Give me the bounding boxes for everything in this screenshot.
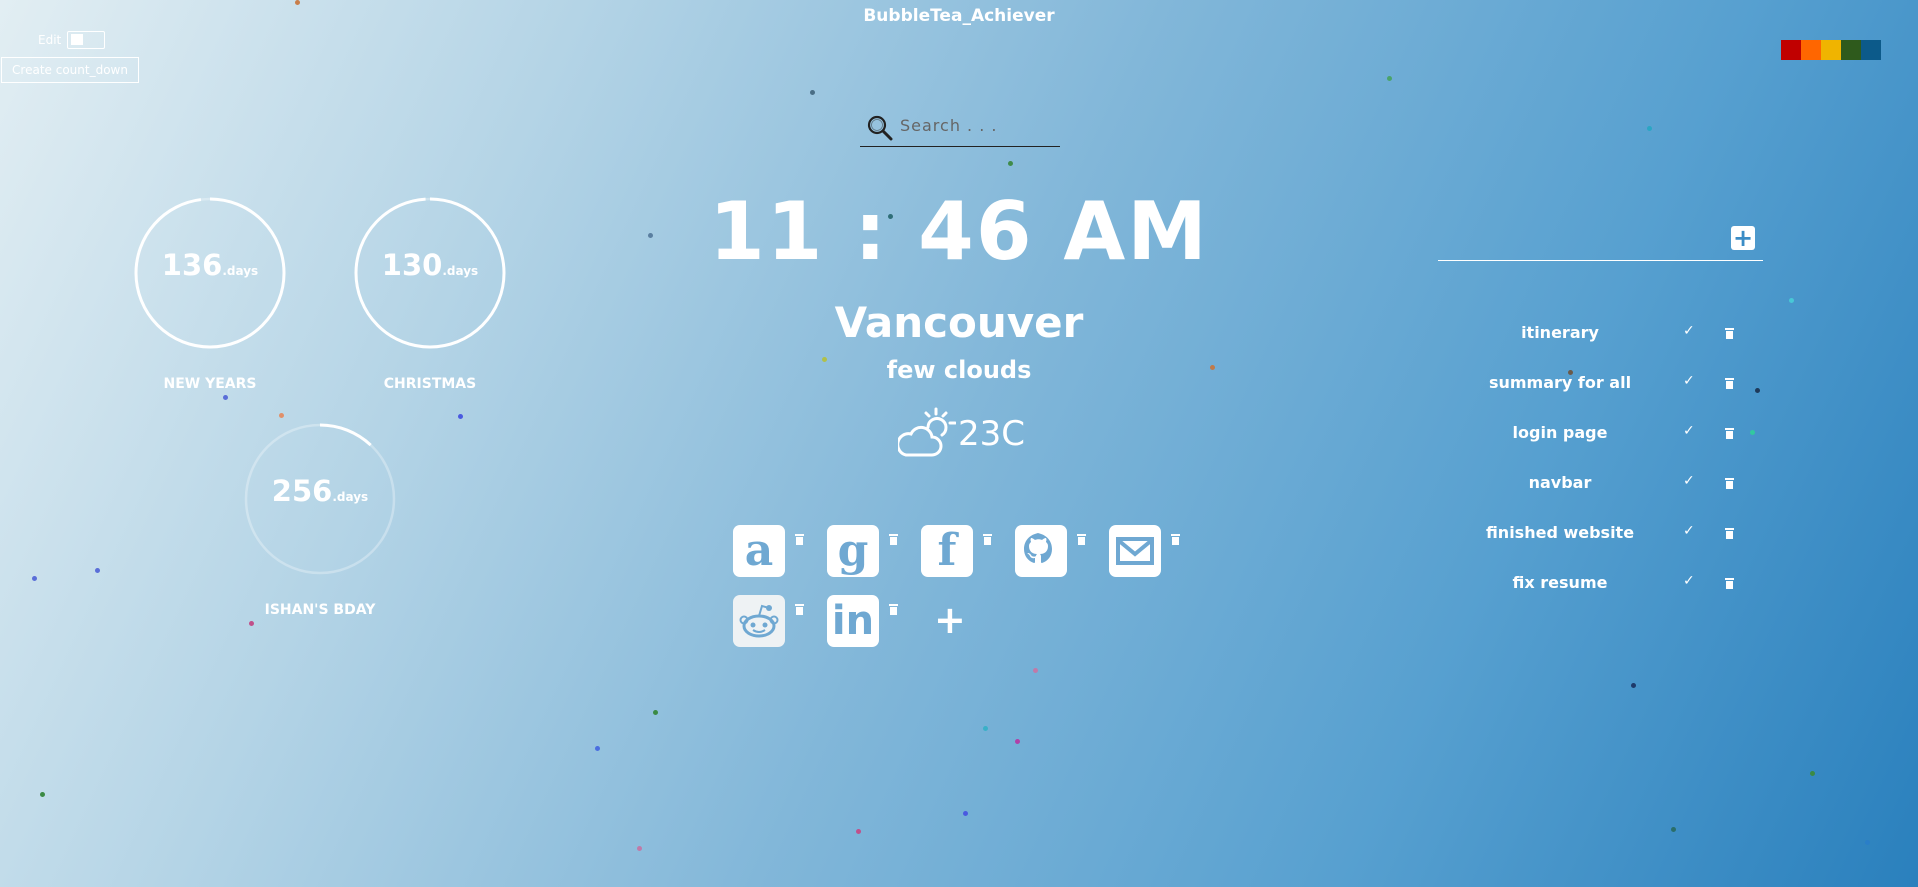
todo-item: navbar ✓ bbox=[1460, 470, 1734, 496]
countdown-value-wrap: 256.days bbox=[243, 474, 397, 508]
edit-toggle[interactable] bbox=[67, 31, 106, 49]
todo-text: finished website bbox=[1485, 523, 1635, 542]
todo-text: summary for all bbox=[1488, 373, 1632, 392]
link-github[interactable] bbox=[1015, 525, 1067, 577]
check-icon[interactable]: ✓ bbox=[1683, 323, 1695, 339]
trash-icon[interactable] bbox=[983, 534, 992, 545]
countdown-unit: .days bbox=[222, 264, 259, 278]
theme-swatch[interactable] bbox=[1861, 40, 1881, 60]
link-linkedin[interactable]: in bbox=[827, 595, 879, 647]
trash-icon[interactable] bbox=[1171, 534, 1180, 545]
countdown-value: 130 bbox=[381, 248, 443, 282]
link-amazon[interactable]: a bbox=[733, 525, 785, 577]
theme-swatch[interactable] bbox=[1801, 40, 1821, 60]
edit-control: Edit bbox=[38, 31, 106, 49]
countdown-unit: .days bbox=[442, 264, 479, 278]
temperature: 23C bbox=[958, 414, 1026, 454]
todo-text: fix resume bbox=[1512, 573, 1608, 592]
todo-item: itinerary ✓ bbox=[1460, 320, 1734, 346]
link-google[interactable]: g bbox=[827, 525, 879, 577]
todo-item: login page ✓ bbox=[1460, 420, 1734, 446]
trash-icon[interactable] bbox=[1077, 534, 1086, 545]
link-mail[interactable] bbox=[1109, 525, 1161, 577]
trash-icon[interactable] bbox=[889, 604, 898, 615]
partly-cloudy-icon bbox=[898, 407, 956, 457]
theme-swatch[interactable] bbox=[1821, 40, 1841, 60]
link-facebook[interactable]: f bbox=[921, 525, 973, 577]
mail-icon bbox=[1116, 537, 1154, 565]
check-icon[interactable]: ✓ bbox=[1683, 373, 1695, 389]
trash-icon[interactable] bbox=[1725, 428, 1734, 439]
reddit-icon bbox=[739, 604, 779, 638]
search-input[interactable]: Search . . . bbox=[900, 116, 997, 135]
linkedin-icon: in bbox=[831, 598, 875, 644]
check-icon[interactable]: ✓ bbox=[1683, 423, 1695, 439]
check-icon[interactable]: ✓ bbox=[1683, 473, 1695, 489]
theme-swatch[interactable] bbox=[1841, 40, 1861, 60]
countdown-label: NEW YEARS bbox=[163, 376, 257, 392]
app-title: BubbleTea_Achiever bbox=[863, 6, 1055, 26]
todo-text: login page bbox=[1512, 423, 1608, 442]
create-countdown-button[interactable]: Create count_down bbox=[1, 57, 139, 83]
github-icon bbox=[1024, 533, 1052, 563]
trash-icon[interactable] bbox=[795, 604, 804, 615]
todo-input[interactable] bbox=[1438, 222, 1763, 261]
add-todo-button[interactable]: + bbox=[1731, 226, 1755, 250]
trash-icon[interactable] bbox=[1725, 378, 1734, 389]
countdown-label: CHRISTMAS bbox=[383, 376, 477, 392]
facebook-icon: f bbox=[937, 525, 957, 576]
theme-swatch[interactable] bbox=[1781, 40, 1801, 60]
todo-text: itinerary bbox=[1521, 323, 1599, 342]
weather-widget: 23C bbox=[898, 405, 1025, 463]
trash-icon[interactable] bbox=[795, 534, 804, 545]
countdown-value: 256 bbox=[271, 474, 333, 508]
countdown-value: 136 bbox=[161, 248, 223, 282]
trash-icon[interactable] bbox=[1725, 478, 1734, 489]
countdown-card[interactable]: 136.days NEW YEARS bbox=[133, 196, 287, 392]
link-reddit[interactable] bbox=[733, 595, 785, 647]
trash-icon[interactable] bbox=[889, 534, 898, 545]
search-icon bbox=[867, 115, 893, 141]
add-link-button[interactable]: + bbox=[934, 600, 966, 640]
countdown-value-wrap: 136.days bbox=[133, 248, 287, 282]
google-icon: g bbox=[837, 525, 869, 576]
countdown-value-wrap: 130.days bbox=[353, 248, 507, 282]
countdown-card[interactable]: 256.days ISHAN'S BDAY bbox=[243, 422, 397, 618]
todo-item: finished website ✓ bbox=[1460, 520, 1734, 546]
todo-text: navbar bbox=[1528, 473, 1592, 492]
countdown-card[interactable]: 130.days CHRISTMAS bbox=[353, 196, 507, 392]
countdown-label: ISHAN'S BDAY bbox=[264, 602, 376, 618]
todo-item: fix resume ✓ bbox=[1460, 570, 1734, 596]
check-icon[interactable]: ✓ bbox=[1683, 523, 1695, 539]
trash-icon[interactable] bbox=[1725, 578, 1734, 589]
edit-label: Edit bbox=[38, 33, 62, 47]
trash-icon[interactable] bbox=[1725, 328, 1734, 339]
countdown-unit: .days bbox=[332, 490, 369, 504]
amazon-icon: a bbox=[744, 525, 774, 576]
search-bar[interactable]: Search . . . bbox=[860, 110, 1060, 147]
theme-palette bbox=[1781, 40, 1881, 60]
trash-icon[interactable] bbox=[1725, 528, 1734, 539]
todo-item: summary for all ✓ bbox=[1460, 370, 1734, 396]
check-icon[interactable]: ✓ bbox=[1683, 573, 1695, 589]
